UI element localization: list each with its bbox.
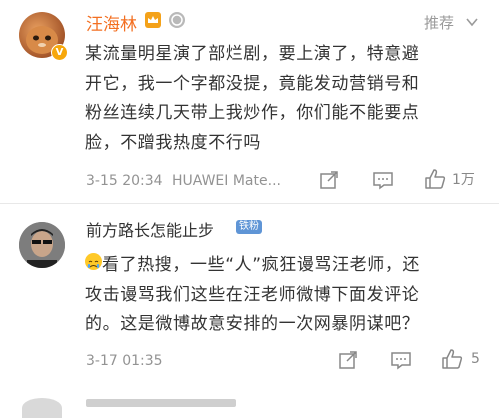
author-name[interactable]: 前方路长怎能止步: [86, 217, 214, 241]
text-line: 脸，不蹭我热度不行吗: [85, 132, 261, 153]
like-button[interactable]: 5: [441, 348, 480, 370]
post-2: 前方路长怎能止步 铁粉 看了热搜，一些“人”疯狂谩骂汪老师，还 攻击谩骂我们这些…: [0, 205, 499, 395]
like-count: 1万: [452, 172, 475, 188]
divider: [0, 203, 499, 204]
share-button[interactable]: [338, 350, 358, 370]
comment-icon: [373, 172, 393, 190]
share-icon: [320, 171, 338, 189]
share-icon: [339, 351, 357, 369]
post-body: 某流量明星演了部烂剧，要上演了，特意避 开它，我一个字都没提，竟能发动营销号和 …: [85, 40, 485, 158]
text-line: 某流量明星演了部烂剧，要上演了，特意避: [85, 44, 420, 64]
comment-button[interactable]: [372, 170, 394, 190]
level-badge: [169, 12, 185, 28]
comment-icon: [391, 352, 411, 370]
share-button[interactable]: [319, 170, 339, 190]
post-1: V 汪海林 推荐 某流量明星演了部烂剧，要上演了，特意避 开它，我一个字都没提，…: [0, 0, 499, 200]
person-avatar-icon: [19, 222, 65, 268]
device-label: HUAWEI Mate...: [172, 173, 281, 189]
next-item-name-placeholder: [86, 399, 236, 407]
vip-badge: [145, 12, 161, 28]
post-body: 看了热搜，一些“人”疯狂谩骂汪老师，还 攻击谩骂我们这些在汪老师微博下面发评论 …: [85, 251, 485, 340]
more-icon[interactable]: [465, 14, 479, 33]
text-line: 看了热搜，一些“人”疯狂谩骂汪老师，还: [85, 251, 485, 281]
text-line: 粉丝连续几天带上我炒作，你们能不能要点: [85, 103, 420, 123]
thumbs-up-icon: [425, 169, 446, 189]
text-line: 的。这是微博故意安排的一次网暴阴谋吧？: [85, 314, 420, 334]
recommend-label: 推荐: [424, 14, 455, 32]
timestamp: 3-15 20:34: [86, 173, 163, 189]
fan-badge: 铁粉: [236, 220, 262, 234]
like-button[interactable]: 1万: [424, 168, 475, 190]
crying-emoji-icon: [85, 253, 102, 270]
comment-button[interactable]: [390, 350, 412, 370]
text-line: 攻击谩骂我们这些在汪老师微博下面发评论: [85, 284, 420, 305]
author-name[interactable]: 汪海林: [86, 10, 137, 35]
timestamp: 3-17 01:35: [86, 353, 163, 369]
text-line: 开它，我一个字都没提，竟能发动营销号和: [85, 73, 420, 94]
next-item-avatar: [22, 398, 62, 418]
verified-badge: V: [51, 44, 68, 61]
thumbs-up-icon: [442, 349, 463, 369]
avatar[interactable]: [19, 222, 65, 268]
like-count: 5: [471, 351, 480, 367]
